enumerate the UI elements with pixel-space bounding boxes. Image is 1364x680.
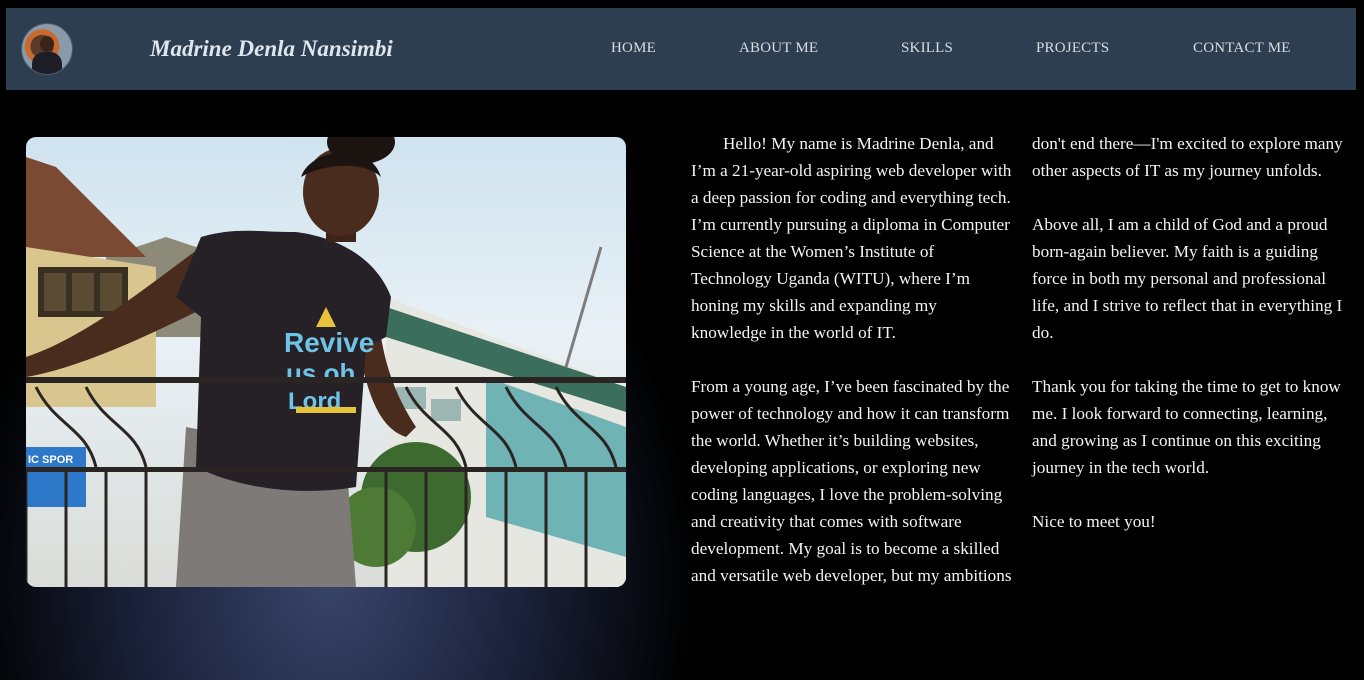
profile-photo: IC SPOR Revive us oh Lord — [26, 137, 626, 587]
avatar-head — [40, 36, 54, 52]
nav-contact-me[interactable]: CONTACT ME — [1193, 40, 1291, 57]
shirt-text-line-2: us oh — [286, 358, 355, 388]
nav-skills[interactable]: SKILLS — [901, 40, 953, 57]
brand-name: Madrine Denla Nansimbi — [150, 36, 393, 61]
about-paragraph-1: Hello! My name is Madrine Denla, and I’m… — [691, 134, 1012, 342]
about-paragraph-3: Above all, I am a child of God and a pro… — [1032, 215, 1343, 342]
sign-text: IC SPOR — [28, 454, 73, 466]
avatar-body — [32, 52, 62, 74]
nav-home[interactable]: HOME — [611, 40, 656, 57]
photo-illustration: IC SPOR Revive us oh Lord — [26, 137, 626, 587]
nav-projects[interactable]: PROJECTS — [1036, 40, 1109, 57]
profile-avatar[interactable] — [22, 24, 72, 74]
about-paragraph-5: Nice to meet you! — [1032, 512, 1156, 531]
about-paragraph-4: Thank you for taking the time to get to … — [1032, 377, 1341, 477]
nav-about-me[interactable]: ABOUT ME — [739, 40, 818, 57]
shirt-text-line-1: Revive — [284, 327, 374, 358]
about-me-text: Hello! My name is Madrine Denla, and I’m… — [691, 130, 1353, 610]
